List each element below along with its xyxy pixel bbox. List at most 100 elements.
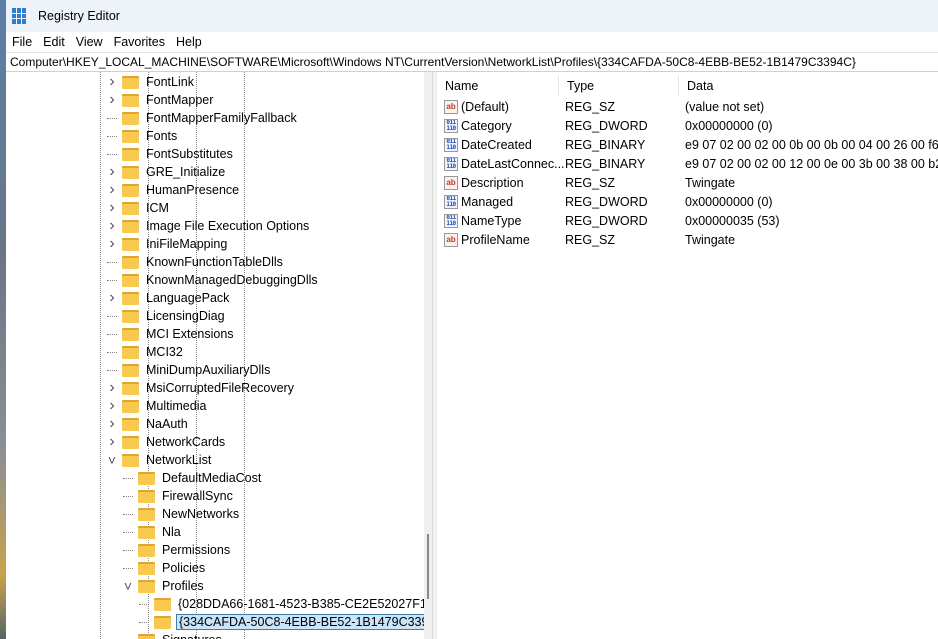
title-bar: Registry Editor [6, 0, 938, 32]
chevron-right-icon[interactable]: › [107, 433, 117, 451]
value-data: Twingate [685, 175, 736, 190]
folder-icon [138, 489, 155, 503]
address-bar[interactable]: Computer\HKEY_LOCAL_MACHINE\SOFTWARE\Mic… [6, 52, 938, 72]
chevron-down-icon[interactable]: ˅ [123, 578, 133, 594]
tree-item[interactable]: › Image File Execution Options [107, 217, 311, 235]
tree-item[interactable]: › HumanPresence [107, 181, 241, 199]
tree-connector [123, 513, 133, 515]
tree-item[interactable]: ˅ NetworkList [107, 451, 213, 469]
tree-item[interactable]: FontMapperFamilyFallback [107, 109, 299, 127]
tree-item[interactable]: KnownManagedDebuggingDlls [107, 271, 320, 289]
key-tree[interactable]: › FontLink › FontMapper FontMapperFamilyFall… [6, 72, 432, 639]
tree-item[interactable]: Policies [123, 559, 207, 577]
tree-item[interactable]: Permissions [123, 541, 232, 559]
tree-item[interactable]: › FontMapper [107, 91, 215, 109]
value-row[interactable]: ab ProfileName REG_SZ Twingate [437, 230, 938, 249]
tree-scrollbar[interactable] [424, 72, 432, 639]
tree-item[interactable]: KnownFunctionTableDlls [107, 253, 285, 271]
menu-file[interactable]: File [6, 35, 37, 49]
tree-item[interactable]: › IniFileMapping [107, 235, 229, 253]
tree-connector [107, 261, 117, 263]
menu-favorites[interactable]: Favorites [108, 35, 170, 49]
column-header-data[interactable]: Data [679, 76, 938, 96]
folder-icon [122, 399, 139, 413]
tree-item[interactable]: Fonts [107, 127, 179, 145]
column-header-name[interactable]: Name [437, 76, 559, 96]
chevron-right-icon[interactable]: › [107, 289, 117, 307]
chevron-down-icon[interactable]: ˅ [107, 452, 117, 468]
tree-item-label: Permissions [162, 543, 231, 557]
tree-item[interactable]: › NaAuth [107, 415, 190, 433]
tree-item[interactable]: FirewallSync [123, 487, 235, 505]
tree-item-label: HumanPresence [146, 183, 240, 197]
tree-item[interactable]: {334CAFDA-50C8-4EBB-BE52-1B1479C3394C} [139, 613, 432, 631]
tree-item[interactable]: NewNetworks [123, 505, 241, 523]
tree-item[interactable]: ˅ Profiles [123, 577, 206, 595]
menu-edit[interactable]: Edit [37, 35, 70, 49]
chevron-right-icon[interactable]: › [107, 379, 117, 397]
tree-item[interactable]: › NetworkCards [107, 433, 227, 451]
tree-connector [123, 477, 133, 479]
tree-item[interactable]: Signatures [123, 631, 224, 639]
folder-icon [122, 147, 139, 161]
folder-icon [122, 93, 139, 107]
binary-value-icon: 011 110 [444, 118, 458, 133]
chevron-right-icon[interactable]: › [107, 199, 117, 217]
value-row[interactable]: 011 110 DateLastConnec... REG_BINARY e9 07 … [437, 154, 938, 173]
folder-icon [122, 219, 139, 233]
tree-connector [139, 603, 149, 605]
tree-item[interactable]: MiniDumpAuxiliaryDlls [107, 361, 272, 379]
value-row[interactable]: ab (Default) REG_SZ (value not set) [437, 97, 938, 116]
tree-item[interactable]: FontSubstitutes [107, 145, 235, 163]
tree-item[interactable]: DefaultMediaCost [123, 469, 263, 487]
menu-view[interactable]: View [70, 35, 108, 49]
menu-help[interactable]: Help [170, 35, 207, 49]
tree-item[interactable]: MCI32 [107, 343, 185, 361]
folder-icon [122, 381, 139, 395]
binary-value-icon: 011 110 [444, 194, 458, 209]
tree-item[interactable]: › Multimedia [107, 397, 208, 415]
tree-connector [107, 135, 117, 137]
value-row[interactable]: 011 110 NameType REG_DWORD 0x00000035 (53) [437, 211, 938, 230]
value-row[interactable]: ab Description REG_SZ Twingate [437, 173, 938, 192]
folder-icon [122, 309, 139, 323]
value-type: REG_DWORD [565, 194, 648, 209]
value-row[interactable]: 011 110 Managed REG_DWORD 0x00000000 (0) [437, 192, 938, 211]
chevron-right-icon[interactable]: › [107, 235, 117, 253]
tree-item[interactable]: › FontLink [107, 73, 196, 91]
chevron-right-icon[interactable]: › [107, 217, 117, 235]
tree-item-label: NetworkCards [146, 435, 226, 449]
value-row[interactable]: 011 110 DateCreated REG_BINARY e9 07 02 00 … [437, 135, 938, 154]
value-data: 0x00000035 (53) [685, 213, 780, 228]
tree-item[interactable]: MCI Extensions [107, 325, 236, 343]
column-header-type[interactable]: Type [559, 76, 679, 96]
value-data: (value not set) [685, 99, 765, 114]
value-data: e9 07 02 00 02 00 12 00 0e 00 3b 00 38 0… [685, 156, 938, 171]
chevron-right-icon[interactable]: › [107, 181, 117, 199]
tree-item[interactable]: › ICM [107, 199, 171, 217]
chevron-right-icon[interactable]: › [107, 415, 117, 433]
tree-guide-line [244, 72, 245, 639]
chevron-right-icon[interactable]: › [107, 397, 117, 415]
values-list[interactable]: Name Type Data ab (Default) REG_SZ (value n… [437, 72, 938, 639]
tree-scrollbar-thumb[interactable] [427, 534, 429, 599]
tree-item[interactable]: Nla [123, 523, 183, 541]
folder-icon [122, 291, 139, 305]
tree-item[interactable]: {028DDA66-1681-4523-B385-CE2E52027F17} [139, 595, 432, 613]
tree-item[interactable]: › GRE_Initialize [107, 163, 227, 181]
value-name: Description [461, 175, 524, 190]
chevron-right-icon[interactable]: › [107, 73, 117, 91]
value-name: DateLastConnec... [461, 156, 565, 171]
chevron-right-icon[interactable]: › [107, 163, 117, 181]
tree-item[interactable]: LicensingDiag [107, 307, 227, 325]
tree-item-label: MsiCorruptedFileRecovery [146, 381, 294, 395]
tree-item[interactable]: › MsiCorruptedFileRecovery [107, 379, 296, 397]
value-row[interactable]: 011 110 Category REG_DWORD 0x00000000 (0) [437, 116, 938, 135]
tree-item[interactable]: › LanguagePack [107, 289, 231, 307]
folder-icon [122, 165, 139, 179]
tree-item-label: Profiles [162, 579, 204, 593]
folder-icon [138, 579, 155, 593]
string-value-icon: ab [444, 99, 458, 114]
chevron-right-icon[interactable]: › [107, 91, 117, 109]
binary-value-icon: 011 110 [444, 156, 458, 171]
